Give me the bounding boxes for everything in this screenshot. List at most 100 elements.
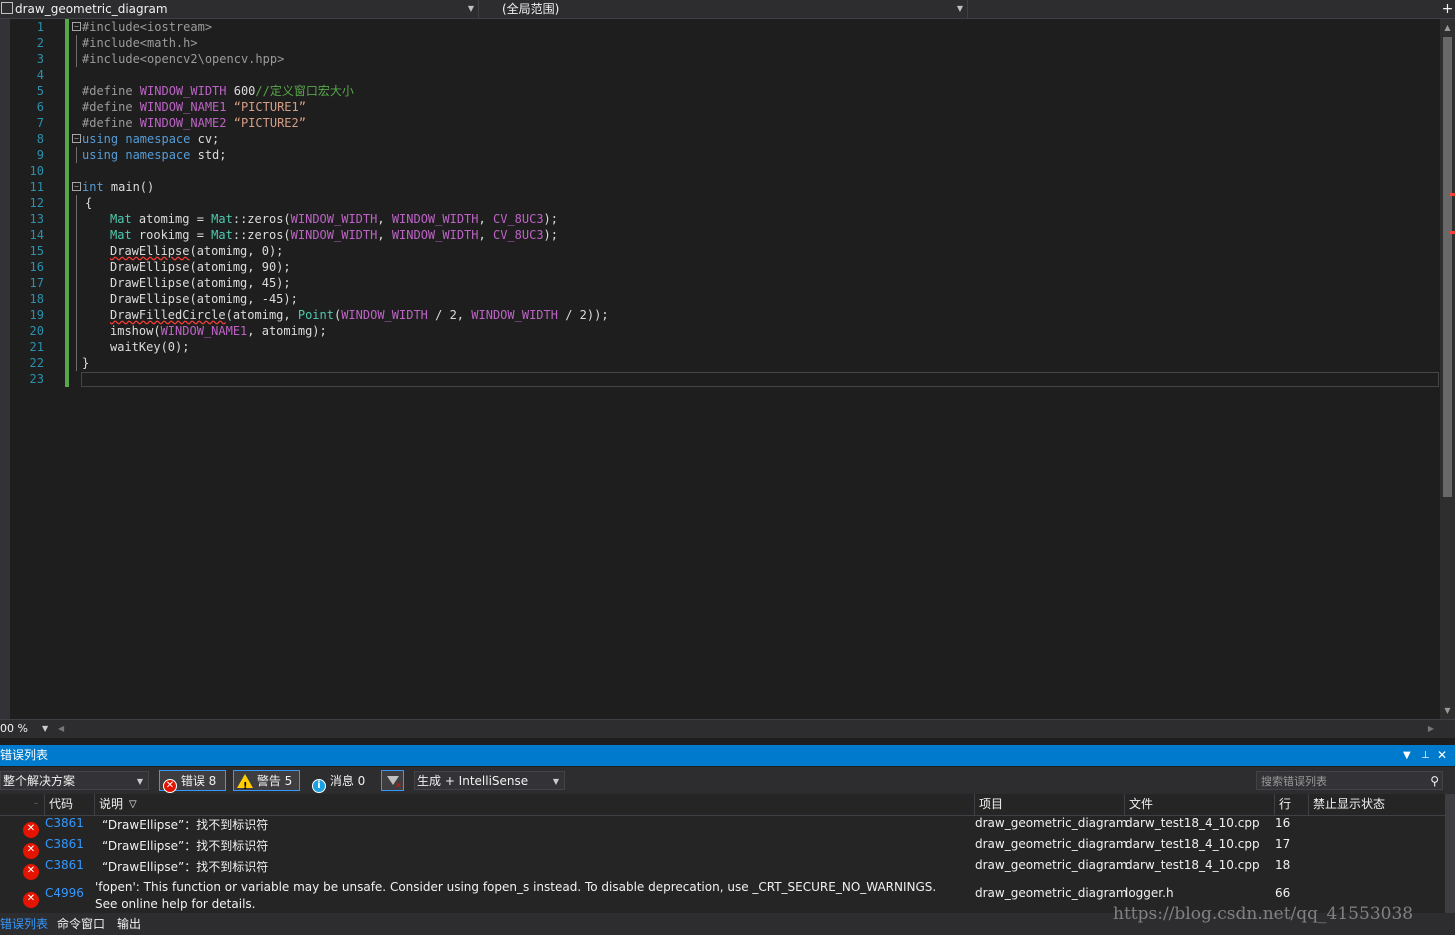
error-project: draw_geometric_diagram: [975, 886, 1128, 900]
messages-filter-button[interactable]: i 消息 0: [308, 770, 374, 793]
outline-guide: [76, 51, 77, 67]
column-divider[interactable]: [1124, 794, 1125, 815]
table-header: ⁻ 代码 说明 ▽ 项目 文件 行 禁止显示状态: [0, 794, 1445, 816]
error-icon: ✕: [23, 817, 39, 838]
line-number: 8: [36, 132, 44, 146]
error-marker[interactable]: [1450, 193, 1455, 196]
code-line: 10: [0, 163, 1440, 179]
tab-command-window[interactable]: 命令窗口: [57, 913, 105, 935]
error-list-scrollbar[interactable]: [1445, 794, 1455, 913]
scroll-right-icon[interactable]: ▶: [1428, 720, 1434, 738]
outline-guide: [76, 355, 77, 371]
collapse-icon[interactable]: −: [72, 134, 81, 143]
tab-output[interactable]: 输出: [117, 913, 141, 935]
table-row[interactable]: ✕ C3861 “DrawEllipse”：找不到标识符 draw_geomet…: [0, 858, 1445, 880]
code-line: 18 DrawEllipse(atomimg, -45);: [0, 291, 1440, 307]
column-description[interactable]: 说明: [99, 794, 123, 815]
code-text: waitKey(0);: [110, 340, 190, 354]
global-scope-label: (全局范围): [502, 2, 560, 16]
line-number: 1: [36, 20, 44, 34]
error-description: “DrawEllipse”：找不到标识符: [102, 839, 269, 853]
error-marker[interactable]: [1450, 231, 1455, 234]
file-scope-dropdown[interactable]: draw_geometric_diagram ▼: [0, 0, 479, 18]
column-divider[interactable]: [1308, 794, 1309, 815]
errors-count-label: 错误 8: [180, 774, 217, 788]
sort-glyph-icon: ⁻: [34, 800, 39, 809]
code-text: DrawEllipse(atomimg, -45);: [110, 292, 298, 306]
close-icon[interactable]: ✕: [1437, 745, 1447, 766]
chevron-down-icon: ▼: [956, 4, 963, 13]
pin-icon[interactable]: ⊥: [1421, 745, 1430, 766]
window-menu-icon[interactable]: ▼: [1403, 745, 1411, 766]
error-file: darw_test18_4_10.cpp: [1125, 816, 1260, 830]
error-code-link[interactable]: C3861: [45, 837, 84, 851]
filter-toggle-button[interactable]: ✕: [381, 770, 404, 791]
error-line: 16: [1275, 816, 1291, 830]
error-line: 66: [1275, 886, 1291, 900]
error-code-link[interactable]: C3861: [45, 858, 84, 872]
error-icon: ✕: [23, 859, 39, 880]
tab-error-list[interactable]: 错误列表: [0, 913, 48, 935]
code-text: #include<iostream>: [82, 20, 213, 34]
table-row[interactable]: ✕ C3861 “DrawEllipse”：找不到标识符 draw_geomet…: [0, 837, 1445, 859]
column-line[interactable]: 行: [1279, 794, 1291, 815]
error-list-title-bar[interactable]: 错误列表 ▼ ⊥ ✕: [0, 745, 1455, 766]
error-squiggle: DrawFilledCircle: [110, 308, 226, 322]
sort-descending-icon: ▽: [129, 799, 137, 810]
error-icon: ✕: [23, 887, 39, 908]
error-description: “DrawEllipse”：找不到标识符: [102, 860, 269, 874]
watermark-text: https://blog.csdn.net/qq_41553038: [1113, 904, 1414, 924]
column-suppression[interactable]: 禁止显示状态: [1313, 794, 1385, 815]
code-text: }: [82, 356, 90, 370]
code-line: 9 using namespace std;: [0, 147, 1440, 163]
editor-vertical-scrollbar[interactable]: ▲ ▼: [1440, 19, 1455, 719]
code-area[interactable]: 1− #include<iostream> 2 #include<math.h> 3…: [0, 19, 1440, 387]
column-code[interactable]: 代码: [49, 794, 73, 815]
collapse-icon[interactable]: −: [72, 22, 81, 31]
global-scope-dropdown[interactable]: (全局范围) ▼: [482, 0, 968, 18]
line-number: 21: [29, 340, 44, 354]
code-line: 5 #define WINDOW_WIDTH 600//定义窗口宏大小: [0, 83, 1440, 99]
code-line: 7 #define WINDOW_NAME2 “PICTURE2”: [0, 115, 1440, 131]
outline-guide: [76, 259, 77, 275]
column-divider[interactable]: [44, 794, 45, 815]
navigation-bar: draw_geometric_diagram ▼ (全局范围) ▼ +: [0, 0, 1455, 19]
code-editor[interactable]: 1− #include<iostream> 2 #include<math.h> 3…: [0, 19, 1440, 719]
code-line: 12 {: [0, 195, 1440, 211]
error-search-input[interactable]: 搜索错误列表 ⚲: [1256, 771, 1443, 790]
code-line: 2 #include<math.h>: [0, 35, 1440, 51]
line-number: 18: [29, 292, 44, 306]
editor-horizontal-scrollbar[interactable]: ◀ ▶: [56, 723, 1436, 735]
line-number: 9: [36, 148, 44, 162]
search-icon[interactable]: ⚲: [1430, 772, 1439, 791]
info-icon: i: [312, 779, 326, 793]
error-code-link[interactable]: C3861: [45, 816, 84, 830]
code-text: {: [85, 196, 93, 210]
column-file[interactable]: 文件: [1129, 794, 1153, 815]
collapse-icon[interactable]: −: [72, 182, 81, 191]
line-number: 12: [29, 196, 44, 210]
solution-scope-dropdown[interactable]: 整个解决方案 ▼: [0, 771, 149, 790]
split-window-icon[interactable]: +: [1440, 0, 1455, 18]
column-project[interactable]: 项目: [979, 794, 1003, 815]
line-number: 6: [36, 100, 44, 114]
build-source-dropdown[interactable]: 生成 + IntelliSense ▼: [414, 771, 565, 790]
errors-filter-button[interactable]: ✕ 错误 8: [159, 770, 226, 793]
error-file: darw_test18_4_10.cpp: [1125, 858, 1260, 872]
zoom-dropdown[interactable]: 00 % ▼: [0, 720, 52, 738]
column-divider[interactable]: [94, 794, 95, 815]
column-divider[interactable]: [1274, 794, 1275, 815]
scrollbar-thumb[interactable]: [1443, 37, 1452, 497]
line-number: 7: [36, 116, 44, 130]
warnings-filter-button[interactable]: ! 警告 5: [233, 770, 300, 792]
table-row[interactable]: ✕ C3861 “DrawEllipse”：找不到标识符 draw_geomet…: [0, 816, 1445, 838]
scroll-up-icon[interactable]: ▲: [1440, 23, 1455, 32]
code-text: DrawEllipse(atomimg, 0);: [110, 244, 284, 258]
error-code-link[interactable]: C4996: [45, 886, 84, 900]
column-divider[interactable]: [974, 794, 975, 815]
code-line: 20 imshow(WINDOW_NAME1, atomimg);: [0, 323, 1440, 339]
scroll-left-icon[interactable]: ◀: [58, 720, 64, 738]
chevron-down-icon: ▼: [42, 724, 49, 733]
error-description: 'fopen': This function or variable may b…: [95, 880, 937, 911]
scroll-down-icon[interactable]: ▼: [1440, 706, 1455, 715]
